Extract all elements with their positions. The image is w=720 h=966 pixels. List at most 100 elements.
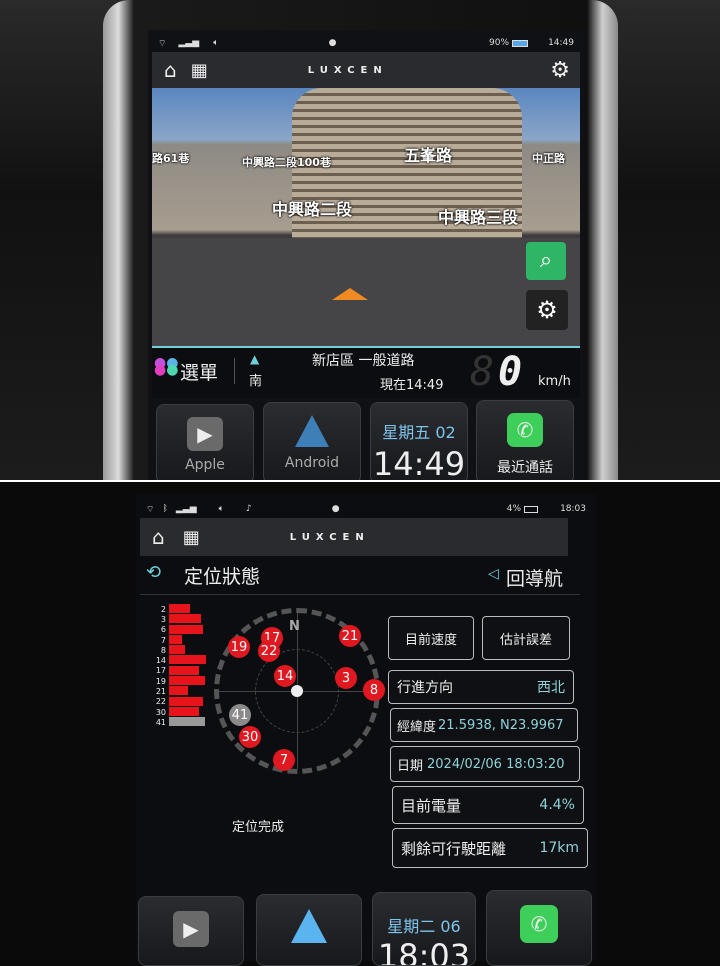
- search-button[interactable]: ⌕: [526, 242, 566, 280]
- card-value: 4.4%: [539, 797, 575, 813]
- map-label: 五峯路: [404, 146, 453, 165]
- notification-bell-icon: ♪: [246, 504, 252, 514]
- apps-grid-icon[interactable]: ▦: [191, 60, 208, 81]
- signal-bar: [169, 624, 203, 634]
- vehicle-position-arrow-icon: [332, 288, 368, 300]
- android-auto-tile[interactable]: Android: [263, 402, 361, 480]
- satellite-marker: 19: [228, 636, 250, 658]
- apple-carplay-tile[interactable]: ▶: [138, 896, 244, 966]
- volume-icon: 🔈︎: [213, 38, 219, 48]
- signal-bar: [169, 614, 201, 624]
- brand-logo: LUXCEN: [289, 531, 370, 543]
- settings-gear-icon[interactable]: ⚙: [550, 58, 570, 83]
- status-time: 14:49: [548, 38, 574, 48]
- current-road: 新店區 一般道路: [312, 353, 415, 369]
- satellite-id-label: 6: [160, 625, 166, 635]
- card-label: 日期: [397, 758, 424, 774]
- menu-dots-icon: ●● ●●: [154, 355, 179, 378]
- signal-bar: [169, 645, 185, 655]
- card-label: 目前速度: [404, 632, 457, 648]
- apple-carplay-tile[interactable]: ▶ Apple: [156, 404, 254, 480]
- card-label: 經緯度: [397, 719, 437, 735]
- apps-grid-icon[interactable]: ▦: [183, 527, 200, 548]
- gps-screen: ⌔ ᛒ ▂▃▅ 🔈︎ ♪ ● 4% 18:03 ⌂ ▦ LUXCEN ⟲ 定位狀…: [136, 494, 596, 966]
- menu-button[interactable]: 選單: [180, 358, 218, 385]
- card-value: 17km: [539, 840, 579, 856]
- map-3d-view[interactable]: 路61巷 中興路二段100巷 五峯路 中正路 中興路二段 中興路三段 ⌕ ⚙: [152, 88, 580, 346]
- divider: [140, 594, 580, 595]
- fix-status: 定位完成: [232, 820, 285, 835]
- satellite-id-label: 22: [155, 697, 166, 707]
- carplay-icon: ▶: [187, 417, 223, 451]
- map-label: 路61巷: [152, 152, 190, 165]
- page-title: 定位狀態: [184, 566, 261, 588]
- map-label: 中正路: [532, 152, 565, 165]
- brand-logo: LUXCEN: [307, 64, 388, 76]
- battery-icon: [524, 505, 539, 513]
- carplay-icon: ▶: [173, 911, 209, 947]
- weekday-date: 星期五 02: [382, 423, 456, 442]
- satellite-marker: 7: [273, 749, 295, 771]
- battery-percent: 4%: [506, 504, 522, 514]
- map-label: 中興路二段: [272, 200, 353, 219]
- satellite-marker: 14: [274, 665, 296, 687]
- clock-time: 18:03: [377, 937, 471, 966]
- signal-icon: ▂▃▅: [178, 38, 200, 48]
- nav-bar: ⌂ ▦ LUXCEN ⚙: [152, 52, 580, 88]
- top-photo: ⌔ ▂▃▅ 🔈︎ ● 90% 14:49 ⌂ ▦ LUXCEN ⚙ 路61巷 中…: [0, 0, 720, 480]
- current-time: 現在14:49: [380, 378, 444, 393]
- clock-tile[interactable]: 星期二 06 18:03: [372, 892, 476, 966]
- tile-label: Android: [284, 455, 340, 471]
- card-label: 目前電量: [401, 796, 462, 815]
- android-auto-icon: [295, 415, 329, 447]
- satellite-id-label: 21: [155, 687, 166, 697]
- user-icon: ●: [328, 38, 337, 48]
- phone-icon: ✆: [507, 413, 543, 447]
- clock-tile[interactable]: 星期五 02 14:49: [370, 402, 468, 480]
- status-bar: ⌔ ▂▃▅ 🔈︎ ● 90% 14:49: [158, 36, 574, 50]
- estimated-error-card: 估計誤差: [482, 616, 570, 660]
- receiver-position-dot: [291, 685, 303, 697]
- navigation-arrow-icon: ◁: [488, 566, 499, 582]
- satellite-id-label: 3: [160, 614, 166, 624]
- home-icon[interactable]: ⌂: [164, 58, 177, 82]
- signal-bar: [169, 655, 206, 665]
- signal-bar-chart: 2 3 6 7 8 14 17 19 21 22 30 41: [150, 604, 210, 728]
- android-auto-tile[interactable]: [256, 894, 362, 966]
- signal-bar-row: 7: [150, 634, 210, 645]
- signal-bar: [169, 665, 200, 675]
- card-label: 剩餘可行駛距離: [401, 839, 507, 858]
- android-auto-icon: [291, 909, 327, 943]
- divider: [234, 358, 235, 384]
- status-bar: ⌔ ᛒ ▂▃▅ 🔈︎ ♪ ● 4% 18:03: [146, 502, 586, 516]
- nav-bar: ⌂ ▦ LUXCEN: [140, 518, 568, 556]
- back-to-navigation-button[interactable]: 回導航: [506, 564, 563, 591]
- compass-arrow-icon: ▲: [250, 352, 260, 366]
- map-label: 中興路三段: [438, 208, 519, 227]
- signal-bar-row: 41: [150, 717, 210, 727]
- north-label: N: [289, 619, 300, 634]
- card-label: 行進方向: [397, 680, 453, 696]
- satellite-marker: 22: [258, 640, 280, 662]
- satellite-id-label: 7: [160, 635, 166, 645]
- date-card: 日期 2024/02/06 18:03:20: [390, 746, 580, 782]
- recent-calls-tile[interactable]: ✆ 最近通話: [476, 400, 574, 480]
- back-arrow-icon[interactable]: ⟲: [146, 562, 161, 583]
- user-icon: ●: [331, 504, 340, 514]
- satellite-marker: 21: [339, 625, 361, 647]
- home-icon[interactable]: ⌂: [152, 525, 165, 549]
- satellite-marker: 3: [335, 667, 357, 689]
- signal-bar-row: 8: [150, 645, 210, 655]
- satellite-id-label: 41: [155, 717, 166, 727]
- tile-label: 最近通話: [497, 460, 553, 476]
- signal-bar: [169, 696, 203, 706]
- satellite-id-label: 19: [155, 676, 166, 686]
- map-settings-gear-icon[interactable]: ⚙: [526, 290, 568, 330]
- signal-bar: [169, 676, 205, 686]
- satellite-id-label: 30: [155, 707, 166, 717]
- signal-bar-row: 21: [150, 686, 210, 696]
- wifi-icon: ⌔: [146, 504, 155, 515]
- recent-calls-tile[interactable]: ✆: [486, 890, 592, 966]
- satellite-id-label: 14: [155, 656, 166, 666]
- weekday-date: 星期二 06: [387, 917, 461, 936]
